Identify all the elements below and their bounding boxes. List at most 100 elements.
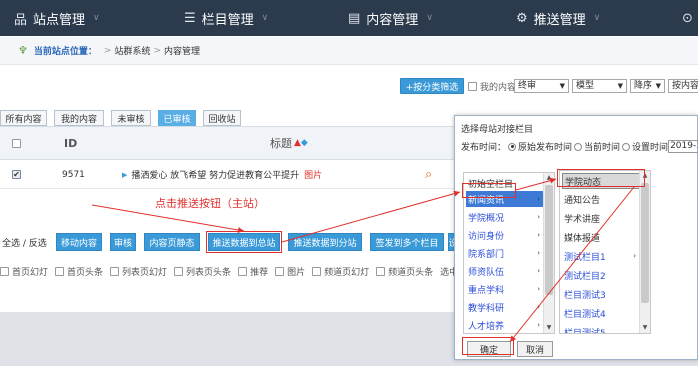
- radio-original-time[interactable]: [508, 142, 517, 151]
- highlight-box: [462, 337, 514, 355]
- static-page-button[interactable]: 内容页静态: [144, 233, 200, 251]
- checkbox[interactable]: [238, 266, 248, 276]
- order-select-value: 降序: [634, 81, 653, 91]
- title-header-label: 标题: [270, 137, 292, 150]
- list-item[interactable]: 学术讲座: [562, 210, 640, 226]
- attribute-filters: 首页幻灯 首页头条 列表页幻灯 列表页头条 推荐 图片 频道页幻灯 频道页头条 …: [0, 264, 465, 278]
- tab-recycle-bin[interactable]: 回收站: [203, 110, 241, 126]
- row-title[interactable]: ▶ 播洒爱心 放飞希望 努力促进教育公平提升 图片: [122, 161, 322, 188]
- nav-column-management[interactable]: ☰ 栏目管理 ∨: [184, 0, 268, 36]
- list-item[interactable]: 栏目测试3: [562, 286, 640, 302]
- chevron-right-icon: ›: [537, 249, 540, 257]
- checkbox[interactable]: [110, 266, 120, 276]
- list-item[interactable]: 院系部门 ›: [466, 245, 544, 261]
- breadcrumb-separator: >: [103, 45, 112, 56]
- nav-content-management[interactable]: ▤ 内容管理 ∨: [348, 0, 433, 36]
- title-header[interactable]: 标题 ▲ ◆: [270, 127, 308, 159]
- tab-all-content[interactable]: 所有内容: [0, 110, 47, 126]
- breadcrumb: ♆ 当前站点位置： > 站群系统 > 内容管理: [0, 37, 698, 65]
- checkbox[interactable]: [0, 266, 9, 276]
- list-item[interactable]: 人才培养 ›: [466, 317, 544, 333]
- select-all-toggle[interactable]: 全选 / 反选: [2, 236, 47, 249]
- row-title-text[interactable]: 播洒爱心 放飞希望 努力促进教育公平提升: [131, 168, 299, 181]
- checkbox[interactable]: [312, 266, 322, 276]
- sort-field-select[interactable]: 按内容: [668, 79, 698, 93]
- nav-label: 站点管理: [33, 12, 86, 28]
- list-item[interactable]: 通知公告: [562, 191, 640, 207]
- attr-item[interactable]: 频道页头条: [376, 265, 433, 278]
- list-item[interactable]: 媒体报道: [562, 229, 640, 245]
- table-row[interactable]: 9571 ▶ 播洒爱心 放飞希望 努力促进教育公平提升 图片 ⌕: [0, 161, 460, 189]
- my-content-checkbox[interactable]: 我的内容: [468, 80, 516, 93]
- attr-label: 列表页幻灯: [122, 267, 168, 278]
- model-select[interactable]: 模型 ▼: [572, 79, 627, 93]
- list-item[interactable]: 重点学科 ›: [466, 281, 544, 297]
- row-id: 9571: [62, 169, 85, 180]
- scroll-up-icon[interactable]: ▲: [544, 173, 554, 183]
- checkbox[interactable]: [12, 138, 21, 148]
- scroll-down-icon[interactable]: ▼: [544, 323, 554, 333]
- status-select[interactable]: 终审 ▼: [514, 79, 569, 93]
- list-item-label: 人才培养: [468, 321, 505, 332]
- list-item[interactable]: 教学科研 ›: [466, 299, 544, 315]
- nav-push-management[interactable]: ⚙ 推送管理 ∨: [516, 0, 600, 36]
- list-item[interactable]: 栏目测试5: [562, 324, 640, 334]
- tab-reviewed[interactable]: 已审核: [158, 110, 196, 126]
- publish-to-columns-button[interactable]: 签发到多个栏目: [370, 233, 444, 251]
- chevron-right-icon: ›: [537, 213, 540, 221]
- attr-label: 图片: [287, 267, 306, 278]
- scroll-down-icon[interactable]: ▼: [640, 323, 650, 333]
- list-item[interactable]: 测试栏目1 ›: [562, 248, 640, 264]
- category-filter-button[interactable]: +按分类筛选: [400, 78, 464, 94]
- radio-label: 当前时间: [584, 143, 621, 153]
- dropdown-arrow-icon: ▼: [617, 82, 623, 90]
- attr-item[interactable]: 首页幻灯: [0, 265, 48, 278]
- checkbox[interactable]: [376, 266, 386, 276]
- radio-current-time[interactable]: [574, 142, 583, 151]
- attr-item[interactable]: 列表页头条: [174, 265, 231, 278]
- attr-item[interactable]: 首页头条: [55, 265, 103, 278]
- list-item[interactable]: 师资队伍 ›: [466, 263, 544, 279]
- attr-item[interactable]: 列表页幻灯: [110, 265, 167, 278]
- list-item[interactable]: 栏目测试4: [562, 305, 640, 321]
- bullet-icon: ▶: [122, 170, 128, 179]
- checkbox[interactable]: [174, 266, 184, 276]
- nav-site-management[interactable]: 品 站点管理 ∨: [14, 0, 100, 36]
- review-button[interactable]: 审核: [110, 233, 136, 251]
- attr-item[interactable]: 推荐: [238, 265, 268, 278]
- dropdown-arrow-icon: ▼: [655, 82, 661, 90]
- breadcrumb-item[interactable]: 站群系统: [114, 44, 150, 57]
- scroll-thumb[interactable]: [545, 185, 553, 295]
- date-input[interactable]: 2019-1: [668, 140, 698, 153]
- move-content-button[interactable]: 移动内容: [56, 233, 102, 251]
- list-item[interactable]: 学院概况 ›: [466, 209, 544, 225]
- checkbox[interactable]: [55, 266, 65, 276]
- attr-item[interactable]: 频道页幻灯: [312, 265, 369, 278]
- checkbox[interactable]: [275, 266, 285, 276]
- tab-my-content[interactable]: 我的内容: [54, 110, 104, 126]
- nav-more-icon[interactable]: ⊙: [682, 0, 698, 36]
- child-column-list[interactable]: 学院动态 通知公告 学术讲座 媒体报道 测试栏目1 › 测试栏目2 栏目测试3 栏…: [559, 170, 651, 334]
- list-item-label: 测试栏目2: [564, 271, 606, 282]
- checkbox[interactable]: [12, 170, 21, 179]
- scrollbar[interactable]: ▲ ▼: [639, 171, 650, 333]
- list-item[interactable]: 访问身份 ›: [466, 227, 544, 243]
- attr-item[interactable]: 图片: [275, 265, 305, 278]
- checkbox[interactable]: [468, 82, 477, 91]
- cancel-button[interactable]: 取消: [517, 341, 553, 357]
- radio-set-time[interactable]: [622, 142, 631, 151]
- scrollbar[interactable]: ▲ ▼: [543, 173, 554, 333]
- scroll-thumb[interactable]: [641, 183, 649, 303]
- attr-label: 列表页头条: [186, 267, 232, 278]
- tab-unreviewed[interactable]: 未审核: [111, 110, 151, 126]
- list-item-label: 师资队伍: [468, 267, 505, 278]
- list-item[interactable]: 测试栏目2: [562, 267, 640, 283]
- order-select[interactable]: 降序 ▼: [630, 79, 665, 93]
- attr-label: 首页头条: [67, 267, 104, 278]
- chevron-right-icon: ›: [537, 231, 540, 239]
- preview-icon[interactable]: ⌕: [425, 161, 432, 188]
- list-item-label: 重点学科: [468, 285, 505, 296]
- list-item-label: 测试栏目1: [564, 252, 606, 263]
- push-to-sub-site-button[interactable]: 推送数据到分站: [288, 233, 362, 251]
- list-item-label: 媒体报道: [564, 233, 601, 244]
